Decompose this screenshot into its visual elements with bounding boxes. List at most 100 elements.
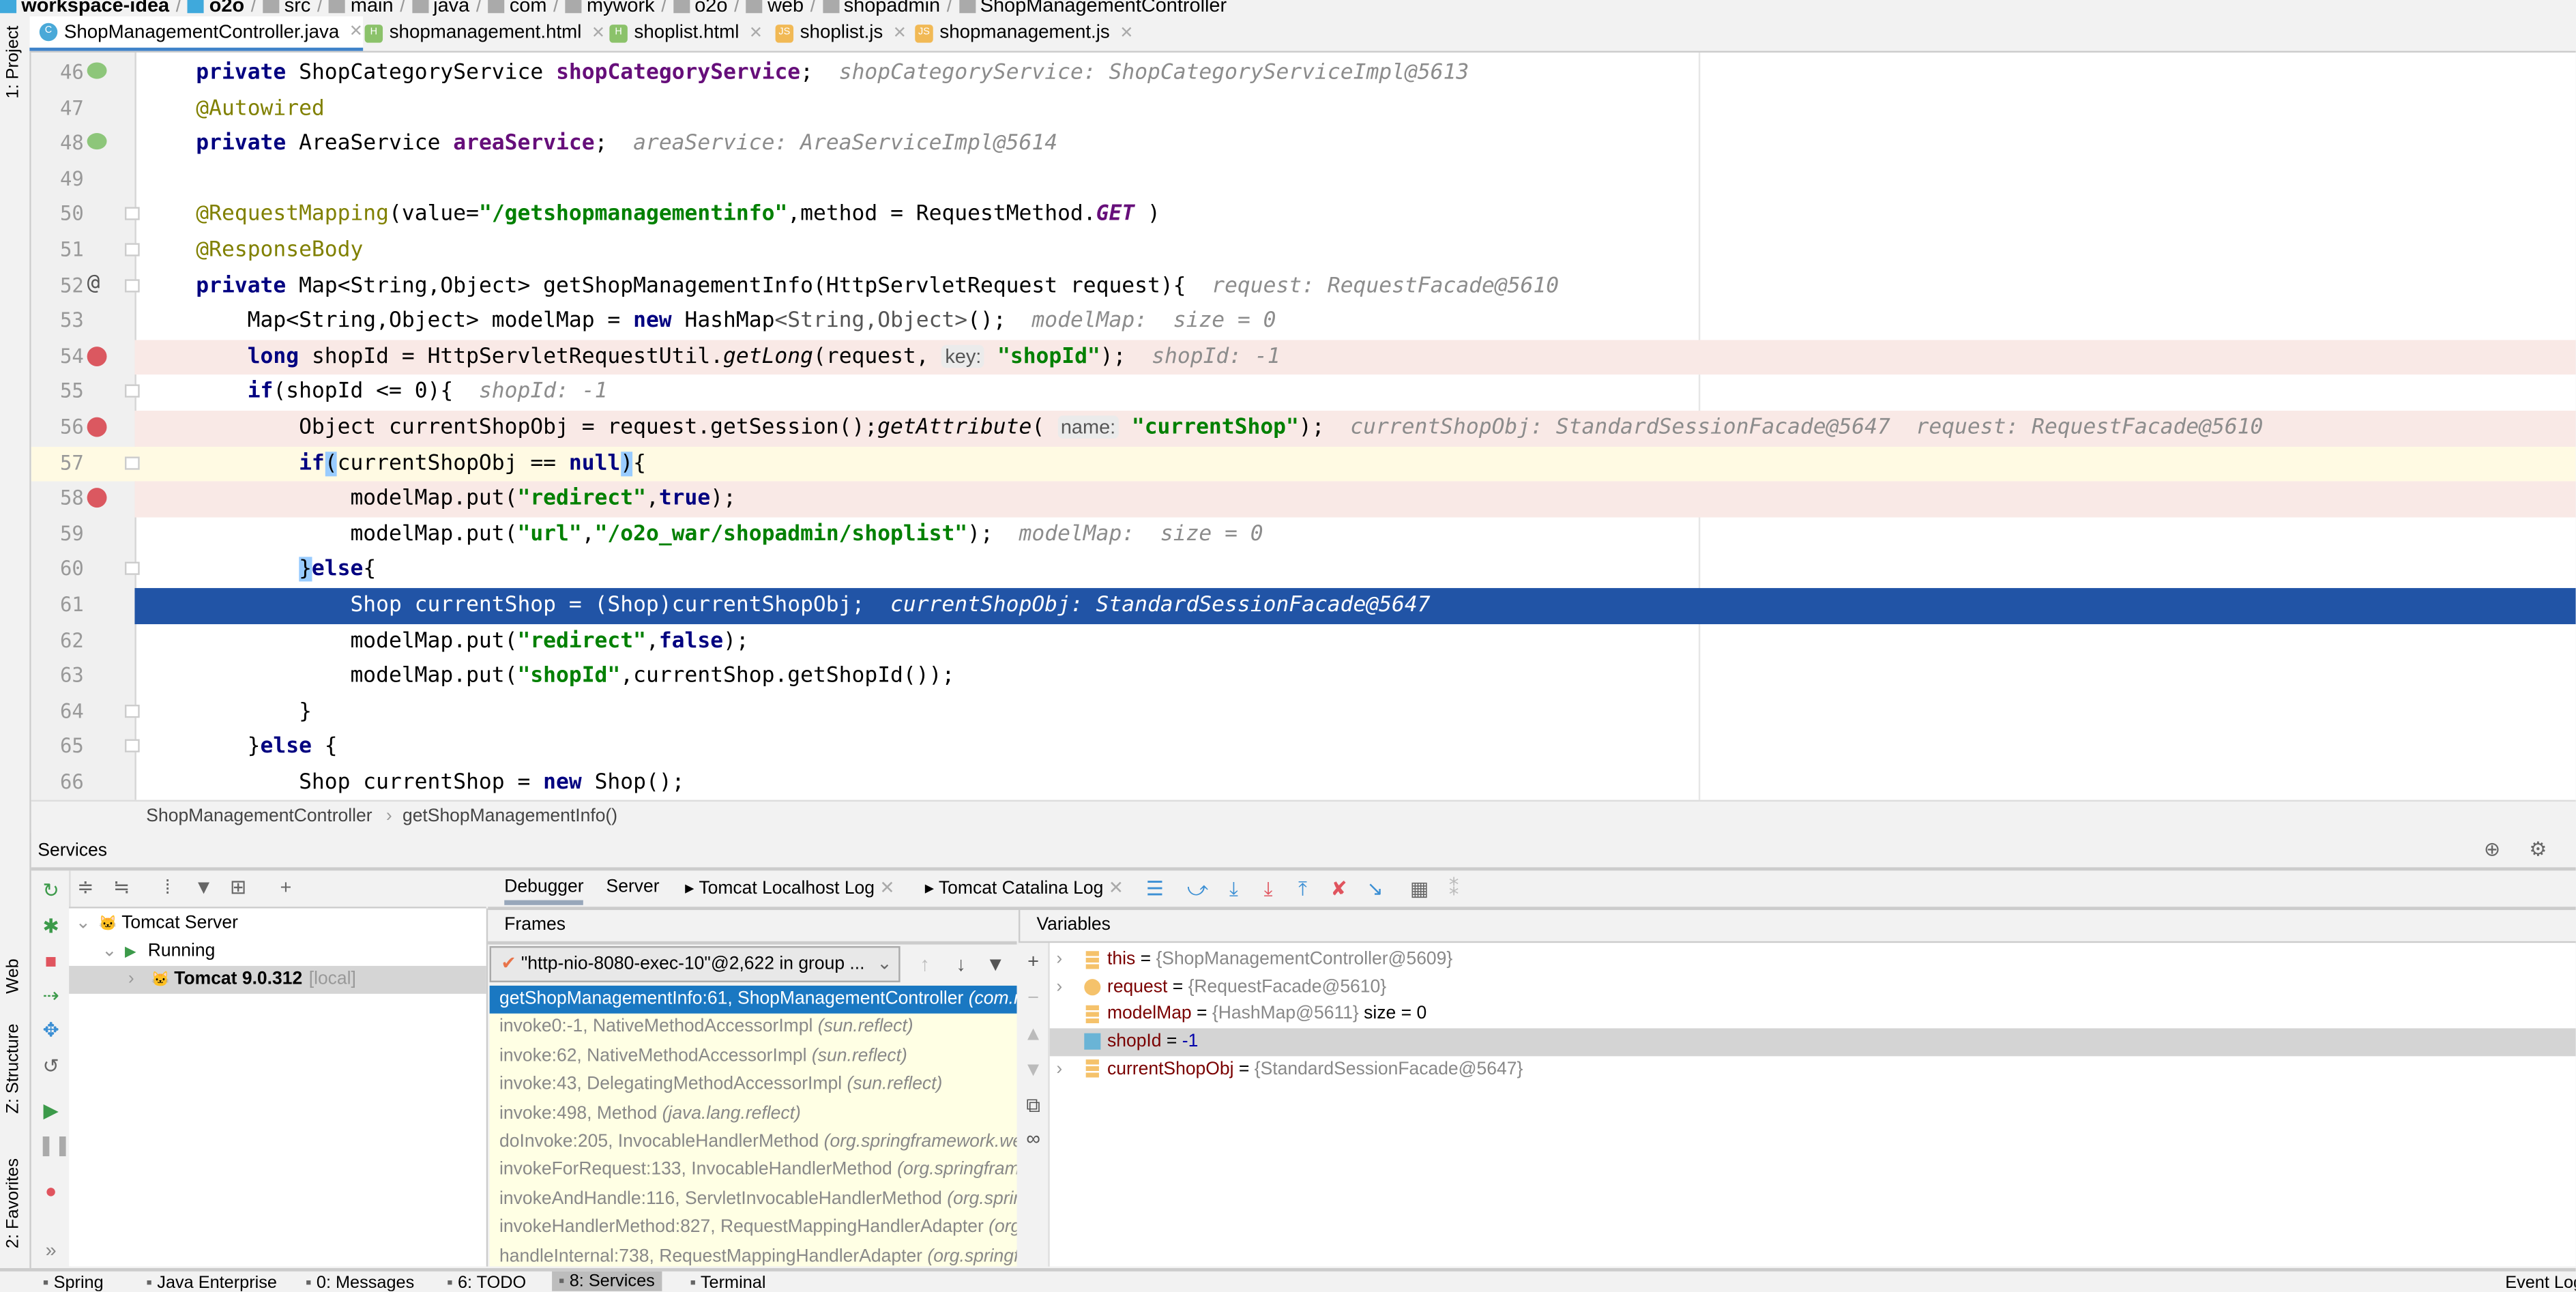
tab-tomcat-localhost-log[interactable]: ▸ Tomcat Localhost Log ✕	[685, 877, 894, 898]
line-number[interactable]: 58	[44, 482, 84, 517]
code-line[interactable]: 48 private AreaService areaService; area…	[31, 127, 2576, 162]
tab-debugger[interactable]: Debugger	[504, 877, 584, 905]
code-line[interactable]: 63 modelMap.put("shopId",currentShop.get…	[31, 659, 2576, 694]
navbar-item[interactable]: o2o	[209, 0, 244, 16]
line-number[interactable]: 55	[44, 375, 84, 411]
navbar-item[interactable]: ShopManagementController	[980, 0, 1227, 16]
line-number[interactable]: 56	[44, 411, 84, 446]
stack-frame[interactable]: getShopManagementInfo:61, ShopManagement…	[489, 985, 1017, 1014]
deploy-icon[interactable]: ⇢	[38, 984, 64, 1007]
expand-all-icon[interactable]: ≑	[72, 875, 99, 898]
line-number[interactable]: 52	[44, 269, 84, 304]
navbar-item[interactable]: o2o	[694, 0, 727, 16]
line-number[interactable]: 48	[44, 127, 84, 162]
watches-icon[interactable]: ∞	[1020, 1127, 1046, 1150]
line-number[interactable]: 53	[44, 304, 84, 340]
fold-marker[interactable]	[125, 704, 140, 718]
breakpoint-icon[interactable]	[87, 488, 107, 508]
stack-frame[interactable]: invoke:498, Method (java.lang.reflect)	[490, 1100, 1017, 1128]
code-line[interactable]: 49	[31, 162, 2576, 198]
navbar-item[interactable]: workspace-idea	[21, 0, 169, 16]
code-line[interactable]: 56 Object currentShopObj = request.getSe…	[31, 411, 2576, 446]
next-frame-icon[interactable]: ↓	[948, 953, 974, 976]
project-tool-button[interactable]: 1: Project	[3, 26, 23, 99]
implemented-icon[interactable]	[87, 133, 107, 150]
rerun-icon[interactable]: ↻	[38, 879, 64, 902]
refresh-icon[interactable]: ↺	[38, 1055, 64, 1078]
chevron-icon[interactable]: ⌄	[102, 938, 117, 966]
code-line[interactable]: 57 if(currentShopObj == null){	[31, 445, 2576, 482]
favorites-tool-button[interactable]: 2: Favorites	[3, 1158, 23, 1248]
navbar-item[interactable]: web	[767, 0, 804, 16]
line-number[interactable]: 49	[44, 162, 84, 198]
stack-frame[interactable]: invoke:43, DelegatingMethodAccessorImpl …	[490, 1071, 1017, 1100]
line-number[interactable]: 57	[44, 446, 84, 482]
annotation-icon[interactable]: @	[87, 272, 111, 293]
navbar-item[interactable]: com	[510, 0, 547, 16]
chevron-right-icon[interactable]: ›	[1056, 946, 1062, 974]
update-icon[interactable]: ✥	[38, 1018, 64, 1042]
close-icon[interactable]: ✕	[1119, 24, 1133, 42]
tool-window-0-messages[interactable]: ▪ 0: Messages	[306, 1273, 414, 1291]
tool-window-terminal[interactable]: ▪ Terminal	[690, 1273, 765, 1291]
fold-marker[interactable]	[125, 243, 140, 256]
debug-icon[interactable]: ✱	[38, 915, 64, 938]
step-over-icon[interactable]: ⤓	[1220, 877, 1247, 900]
stack-frame[interactable]: handleInternal:738, RequestMappingHandle…	[490, 1243, 1017, 1267]
step-into-icon[interactable]: ⤓	[1255, 877, 1282, 900]
tab-shopmanagementcontroller-java[interactable]: C ShopManagementController.java ✕	[29, 16, 363, 51]
tree-item-running[interactable]: ⌄ ▶ Running	[69, 938, 486, 966]
stack-frame[interactable]: invoke:62, NativeMethodAccessorImpl (sun…	[490, 1043, 1017, 1072]
structure-tool-button[interactable]: Z: Structure	[3, 1024, 23, 1114]
tool-window-6-todo[interactable]: ▪ 6: TODO	[447, 1273, 526, 1291]
trace-icon[interactable]: ⁑	[1441, 877, 1467, 900]
stack-frame[interactable]: doInvoke:205, InvocableHandlerMethod (or…	[490, 1128, 1017, 1157]
tool-window-spring[interactable]: ▪ Spring	[43, 1273, 104, 1291]
line-number[interactable]: 51	[44, 233, 84, 269]
code-editor[interactable]: 46 private ShopCategoryService shopCateg…	[31, 53, 2576, 800]
frames-layout-icon[interactable]: ☰	[1142, 877, 1169, 900]
tab-shoplist-js[interactable]: JS shoplist.js ✕	[765, 16, 907, 49]
target-icon[interactable]: ⊕	[2479, 838, 2506, 861]
line-number[interactable]: 65	[44, 730, 84, 765]
run-to-cursor-icon[interactable]: ↘	[1362, 877, 1388, 900]
fold-marker[interactable]	[125, 385, 140, 398]
fold-marker[interactable]	[125, 739, 140, 753]
line-number[interactable]: 61	[44, 588, 84, 623]
code-line[interactable]: 54 long shopId = HttpServletRequestUtil.…	[31, 339, 2576, 375]
fold-marker[interactable]	[125, 456, 140, 469]
code-line[interactable]: 66 Shop currentShop = new Shop();	[31, 765, 2576, 800]
chevron-right-icon[interactable]: ›	[1056, 1056, 1062, 1084]
line-number[interactable]: 66	[44, 765, 84, 800]
tool-window-java-enterprise[interactable]: ▪ Java Enterprise	[146, 1273, 277, 1291]
line-number[interactable]: 62	[44, 623, 84, 659]
line-number[interactable]: 63	[44, 659, 84, 694]
resume-icon[interactable]: ▶	[38, 1099, 64, 1122]
event-log-button[interactable]: Event Log	[2505, 1273, 2576, 1291]
stack-frame[interactable]: invokeForRequest:133, InvocableHandlerMe…	[490, 1157, 1017, 1186]
code-line[interactable]: 46 private ShopCategoryService shopCateg…	[31, 56, 2576, 91]
copy-icon[interactable]: ⧉	[1020, 1094, 1046, 1117]
code-line[interactable]: 53 Map<String,Object> modelMap = new Has…	[31, 304, 2576, 340]
code-line[interactable]: 55 if(shopId <= 0){ shopId: -1	[31, 375, 2576, 411]
tab-tomcat-catalina-log[interactable]: ▸ Tomcat Catalina Log ✕	[925, 877, 1124, 898]
remove-watch-icon[interactable]: −	[1020, 986, 1046, 1009]
navbar-item[interactable]: java	[433, 0, 469, 16]
evaluate-expression-icon[interactable]: ▦	[1406, 877, 1433, 900]
new-watch-icon[interactable]: +	[1020, 950, 1046, 973]
tree-item-tomcat-server[interactable]: ⌄ 🐱 Tomcat Server	[69, 910, 486, 938]
implemented-icon[interactable]	[87, 62, 107, 79]
tool-window-8-services[interactable]: ▪ 8: Services	[552, 1271, 662, 1291]
pause-icon[interactable]: ❚❚	[38, 1134, 70, 1157]
more-icon[interactable]: »	[38, 1239, 64, 1262]
chevron-right-icon[interactable]: ›	[1056, 973, 1062, 1001]
gear-icon[interactable]: ⚙	[2525, 838, 2551, 861]
variable-shopid[interactable]: shopId = -1	[1049, 1028, 2576, 1057]
code-line[interactable]: 61 Shop currentShop = (Shop)currentShopO…	[31, 588, 2576, 624]
step-out-icon[interactable]: ⤒	[1289, 877, 1316, 900]
line-number[interactable]: 46	[44, 56, 84, 91]
chevron-icon[interactable]: ›	[128, 966, 134, 994]
stack-frame[interactable]: invokeAndHandle:116, ServletInvocableHan…	[490, 1186, 1017, 1214]
line-number[interactable]: 60	[44, 553, 84, 588]
filter-frames-icon[interactable]: ▼	[982, 953, 1009, 976]
